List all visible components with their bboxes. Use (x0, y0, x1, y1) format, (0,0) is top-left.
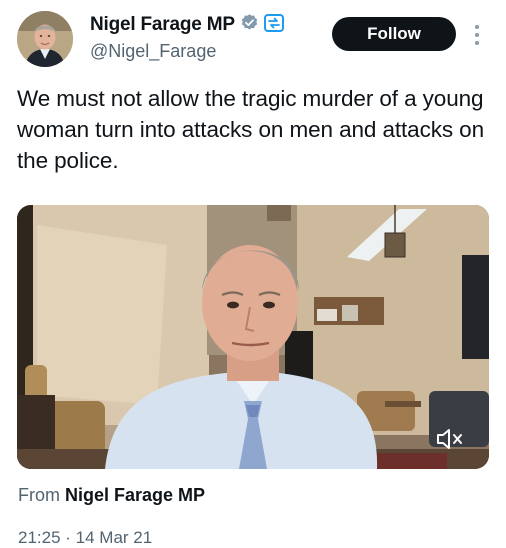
attribution-prefix: From (18, 485, 60, 505)
automated-account-icon (263, 13, 284, 37)
author-handle[interactable]: @Nigel_Farage (90, 41, 216, 62)
speaker-muted-icon (437, 429, 462, 449)
media-attribution: From Nigel Farage MP (18, 485, 205, 506)
mute-toggle-button[interactable] (435, 426, 465, 452)
follow-button[interactable]: Follow (332, 17, 456, 51)
author-display-name[interactable]: Nigel Farage MP (90, 14, 235, 36)
author-name-row: Nigel Farage MP (90, 13, 284, 37)
tweet-timestamp[interactable]: 21:25 · 14 Mar 21 (18, 528, 152, 548)
more-vertical-icon (475, 25, 479, 45)
more-options-button[interactable] (470, 22, 484, 48)
attribution-source-link[interactable]: Nigel Farage MP (65, 485, 205, 505)
tweet-video[interactable] (17, 205, 489, 469)
tweet-text: We must not allow the tragic murder of a… (17, 86, 485, 173)
video-frame (17, 205, 489, 469)
author-avatar[interactable] (17, 11, 73, 67)
avatar-photo (17, 11, 73, 67)
verified-badge-icon (240, 13, 259, 37)
